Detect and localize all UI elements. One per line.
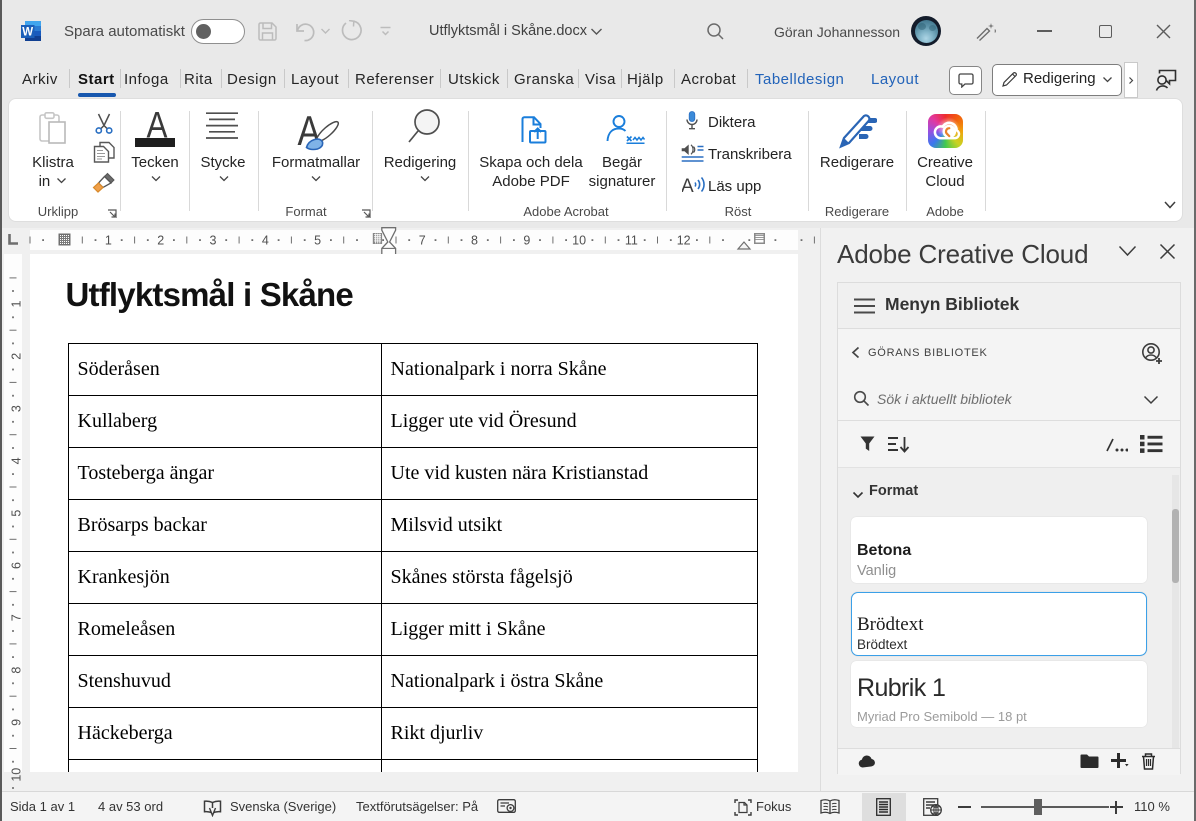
svg-text:1: 1	[105, 234, 112, 248]
svg-text:4: 4	[262, 234, 269, 248]
svg-text:3: 3	[9, 405, 22, 412]
svg-text:5: 5	[314, 234, 321, 248]
svg-text:A: A	[682, 176, 694, 194]
svg-text:7: 7	[9, 614, 22, 621]
svg-text:9: 9	[9, 719, 22, 726]
svg-text:10: 10	[572, 234, 586, 248]
svg-text:8: 8	[471, 234, 478, 248]
svg-text:A: A	[147, 107, 168, 139]
svg-text:12: 12	[677, 234, 691, 248]
svg-text:9: 9	[523, 234, 530, 248]
svg-text:1: 1	[9, 300, 22, 307]
svg-text:5: 5	[9, 510, 22, 517]
svg-text:8: 8	[9, 667, 22, 674]
svg-text:2: 2	[9, 353, 22, 360]
svg-text:4: 4	[9, 457, 22, 464]
svg-text:7: 7	[419, 234, 426, 248]
svg-text:6: 6	[9, 562, 22, 569]
svg-text:W: W	[22, 26, 33, 38]
svg-text:10: 10	[9, 768, 22, 782]
svg-text:11: 11	[625, 234, 638, 248]
svg-text:2: 2	[157, 234, 164, 248]
svg-text:3: 3	[210, 234, 217, 248]
